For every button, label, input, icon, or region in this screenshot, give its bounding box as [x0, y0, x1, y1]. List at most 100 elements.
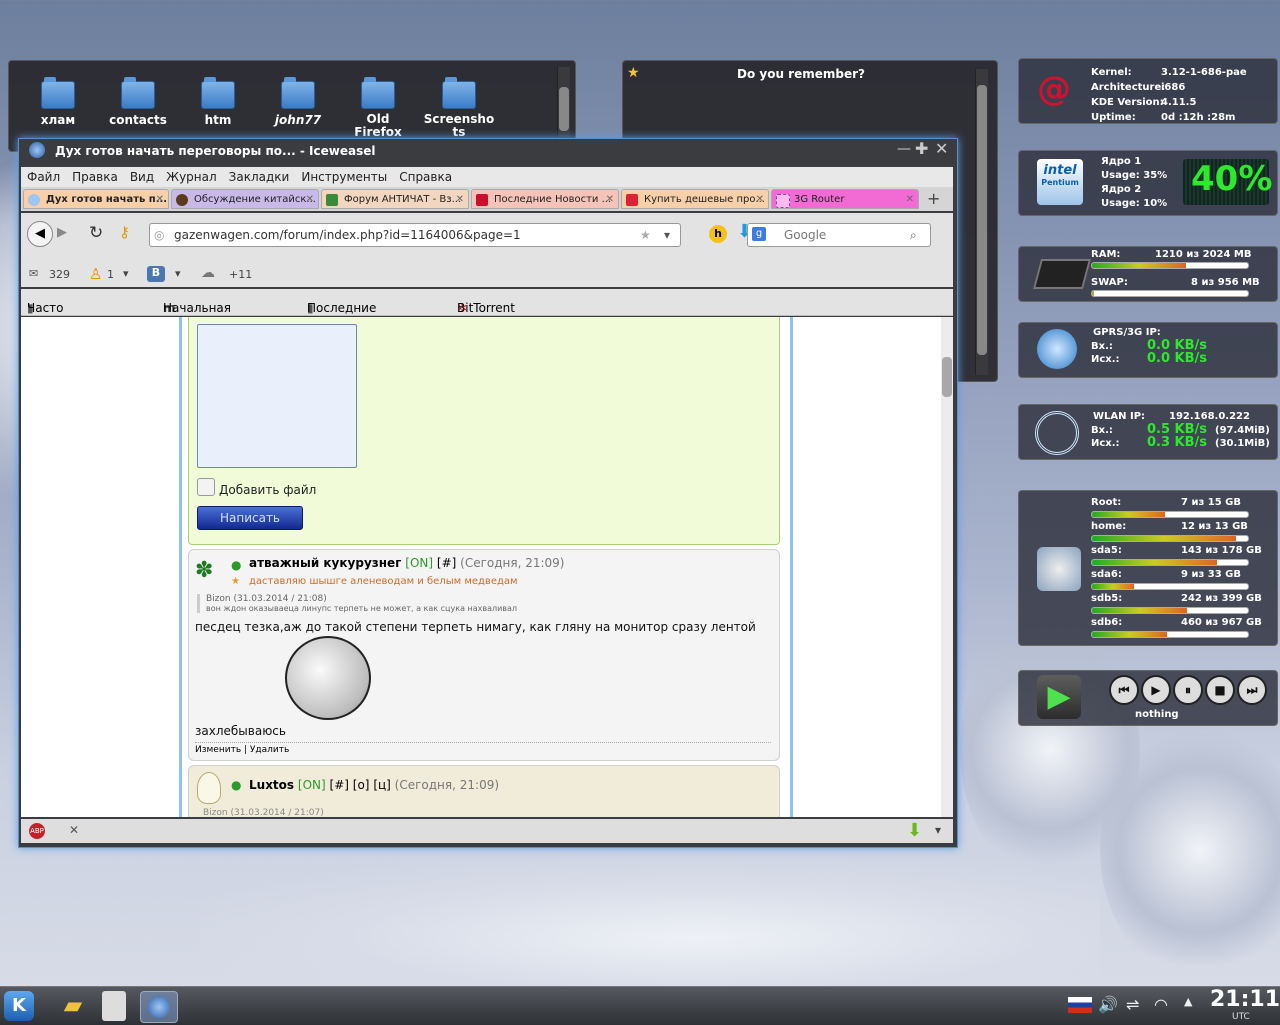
disk-usage: 7 из 15 GB	[1181, 497, 1241, 508]
search-input[interactable]: g Google ⌕	[747, 223, 931, 247]
edit-link[interactable]: Изменить	[195, 745, 241, 755]
play-button[interactable]: ▶	[1141, 675, 1171, 705]
next-button[interactable]: ⏭	[1237, 675, 1267, 705]
snowy-tree	[1100, 720, 1280, 980]
folder-item[interactable]: john77	[263, 77, 333, 127]
disk-name: sdb5:	[1091, 593, 1123, 604]
mail-icon[interactable]: ✉	[29, 267, 38, 280]
close-icon[interactable]: ✕	[935, 139, 948, 158]
gprs-out-label: Исх.:	[1091, 354, 1120, 365]
remember-title: Do you remember?	[737, 67, 865, 81]
volume-icon[interactable]: 🔊	[1098, 995, 1118, 1014]
file-manager-icon[interactable]: ▰	[58, 991, 88, 1021]
close-icon[interactable]: ✕	[69, 823, 79, 837]
folder-item[interactable]: contacts	[103, 77, 173, 127]
folder-icon	[201, 77, 235, 109]
post-actions: Изменить | Удалить	[195, 742, 771, 755]
menu-file[interactable]: Файл	[27, 170, 60, 184]
swap-value: 8 из 956 MB	[1191, 277, 1260, 288]
scroll-thumb[interactable]	[559, 87, 569, 131]
pause-button[interactable]: ⏸	[1173, 675, 1203, 705]
folder-item[interactable]: хлам	[23, 77, 93, 127]
taskbar-browser-button[interactable]	[140, 991, 178, 1023]
dropdown-icon[interactable]: ▾	[935, 823, 941, 837]
folder-item[interactable]: Screenshots	[423, 77, 495, 139]
menu-view[interactable]: Вид	[130, 170, 154, 184]
new-tab-button[interactable]: +	[927, 189, 940, 208]
menu-help[interactable]: Справка	[399, 170, 452, 184]
tab-close-icon[interactable]: ✕	[456, 190, 464, 208]
folder-link-icon	[281, 77, 315, 109]
delete-link[interactable]: Удалить	[250, 745, 289, 755]
folder-item[interactable]: htm	[183, 77, 253, 127]
tab-active[interactable]: Дух готов начать п... ✕	[23, 189, 169, 209]
dropdown-icon[interactable]: ▾	[175, 267, 181, 280]
post-link[interactable]: [#]	[330, 778, 349, 792]
tab-label: Дух готов начать п...	[46, 194, 168, 205]
tray-expand-icon[interactable]: ▲	[1184, 995, 1192, 1008]
browser-titlebar: Дух готов начать переговоры по... - Icew…	[19, 139, 957, 163]
tab[interactable]: Форум АНТИЧАТ - Вз... ✕	[321, 189, 469, 209]
forward-button[interactable]: ▶	[57, 225, 67, 240]
key-icon[interactable]: ⚷	[119, 223, 130, 241]
adblock-icon[interactable]: ABP	[29, 823, 45, 839]
menu-edit[interactable]: Правка	[72, 170, 118, 184]
wifi-icon[interactable]: ◠	[1154, 995, 1168, 1014]
tab[interactable]: Купить дешевые про... ✕	[621, 189, 769, 209]
tab[interactable]: 3G Router ✕	[771, 189, 919, 209]
search-placeholder: Google	[784, 228, 827, 242]
search-icon[interactable]: ⌕	[910, 224, 917, 246]
arch-label: Architecture:	[1091, 82, 1166, 93]
maximize-icon[interactable]: ✚	[915, 139, 928, 158]
calculator-icon[interactable]	[102, 991, 126, 1021]
page-scrollbar[interactable]	[941, 317, 953, 817]
tab-label: Последние Новости ...	[494, 194, 612, 205]
post-link[interactable]: [o]	[353, 778, 370, 792]
url-bar[interactable]: ◎ gazenwagen.com/forum/index.php?id=1164…	[149, 223, 681, 247]
reply-textarea[interactable]	[197, 324, 357, 468]
scroll-thumb[interactable]	[942, 357, 952, 397]
post-author[interactable]: атважный кукурузнег	[249, 556, 401, 570]
odnoklassniki-icon[interactable]: ♙	[89, 265, 102, 283]
minimize-icon[interactable]: —	[897, 141, 911, 157]
tab[interactable]: Последние Новости ... ✕	[471, 189, 619, 209]
dropdown-icon[interactable]: ▾	[123, 267, 129, 280]
tab-close-icon[interactable]: ✕	[606, 190, 614, 208]
clock-time[interactable]: 21:11	[1210, 987, 1280, 1012]
scroll-thumb[interactable]	[977, 85, 987, 355]
vk-icon[interactable]: В	[147, 266, 165, 282]
tab-close-icon[interactable]: ✕	[756, 190, 764, 208]
usb-icon[interactable]: ⇌	[1126, 995, 1139, 1014]
menu-tools[interactable]: Инструменты	[301, 170, 387, 184]
tab-close-icon[interactable]: ✕	[156, 190, 164, 208]
dropdown-icon[interactable]: ▾	[664, 224, 670, 246]
submit-button[interactable]: Написать	[197, 506, 303, 530]
remember-scrollbar[interactable]	[975, 69, 988, 375]
reload-icon[interactable]: ↻	[89, 223, 103, 243]
post-text: захлебываюсь	[195, 724, 286, 738]
post-link[interactable]: [ц]	[373, 778, 391, 792]
download-arrow-icon[interactable]: ⬇	[907, 820, 922, 841]
post-author[interactable]: Luxtos	[249, 778, 294, 792]
tab-favicon	[176, 194, 188, 206]
post-link[interactable]: [#]	[437, 556, 456, 570]
tab-close-icon[interactable]: ✕	[306, 190, 314, 208]
menu-bookmarks[interactable]: Закладки	[229, 170, 290, 184]
disk-widget: Root: 7 из 15 GB home: 12 из 13 GB sda5: 143 …	[1018, 490, 1278, 646]
bookmark-star-icon[interactable]: ★	[640, 224, 651, 246]
folder-scrollbar[interactable]	[557, 67, 570, 137]
previous-button[interactable]: ⏮	[1109, 675, 1139, 705]
menu-history[interactable]: Журнал	[166, 170, 217, 184]
russian-flag-icon[interactable]	[1068, 997, 1092, 1013]
h-addon-icon[interactable]: h	[709, 225, 727, 243]
player-play-icon[interactable]: ▶	[1037, 675, 1081, 719]
weather-icon[interactable]: ☁	[201, 265, 215, 281]
kde-menu-icon[interactable]: K	[4, 991, 34, 1021]
stop-button[interactable]: ■	[1205, 675, 1235, 705]
media-player-widget: ▶ ⏮ ▶ ⏸ ■ ⏭ nothing	[1018, 670, 1278, 726]
tab-close-icon[interactable]: ✕	[906, 190, 914, 208]
attach-checkbox[interactable]	[197, 478, 215, 496]
back-button[interactable]: ◀	[27, 221, 53, 247]
tab[interactable]: Обсуждение китайск... ✕	[171, 189, 319, 209]
folder-label: Screenshots	[423, 112, 495, 139]
